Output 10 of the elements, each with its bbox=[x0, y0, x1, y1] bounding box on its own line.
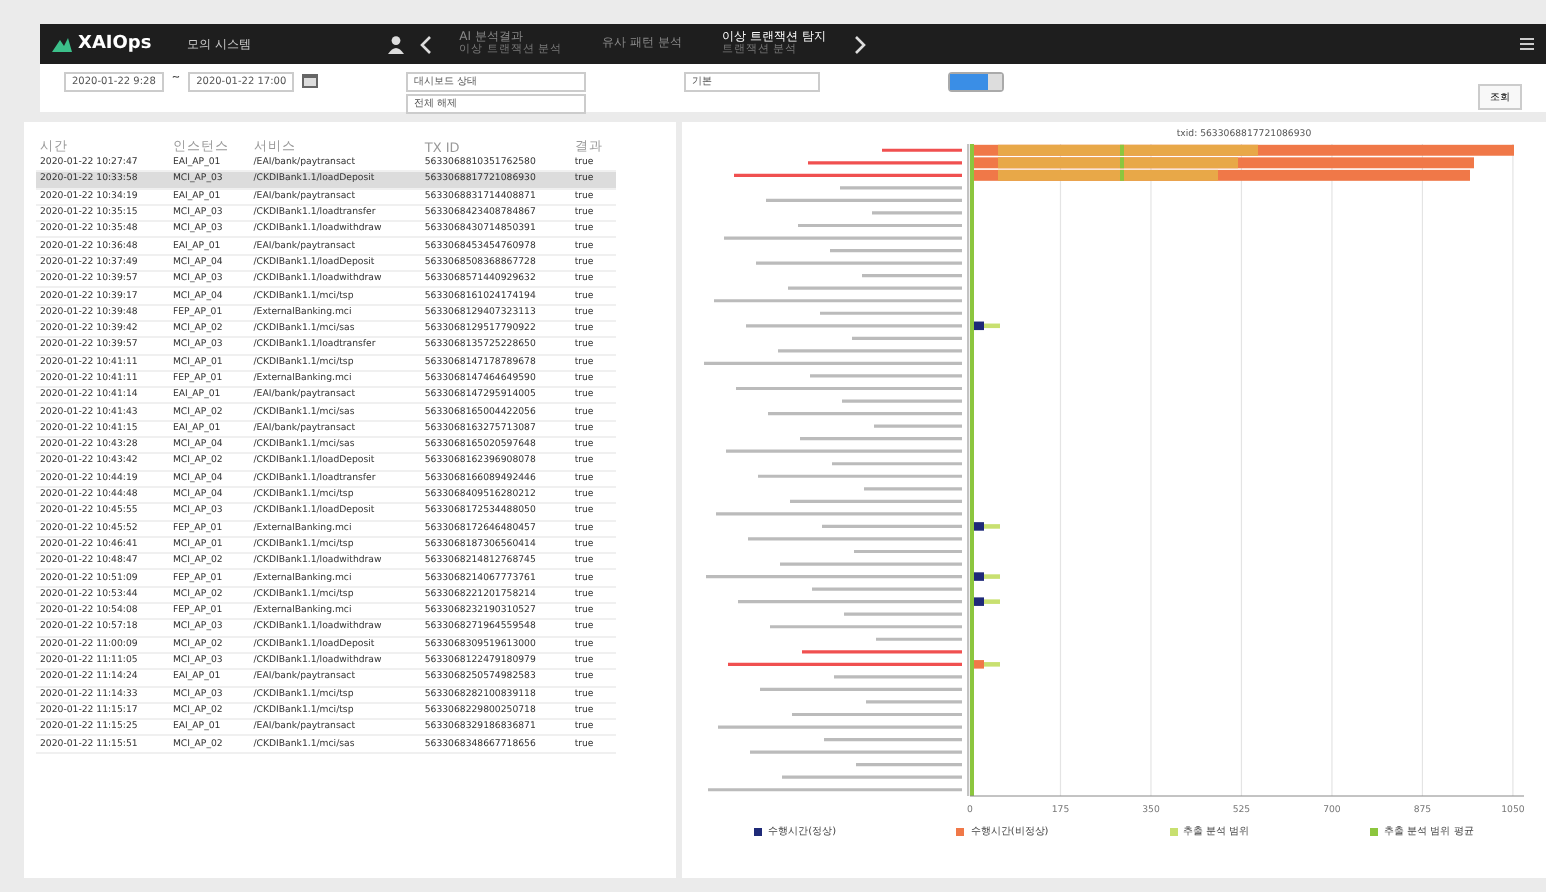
app-logo: XAIOps bbox=[78, 34, 152, 54]
toggle-switch[interactable] bbox=[948, 72, 1005, 92]
bar-drawing bbox=[972, 660, 1000, 669]
logo-icon bbox=[52, 37, 72, 51]
bar-drawing bbox=[972, 572, 1000, 581]
bar-drawing bbox=[972, 597, 1000, 606]
calendar-icon[interactable] bbox=[302, 72, 319, 88]
bar-drawing bbox=[972, 522, 1000, 531]
menu-icon[interactable] bbox=[1520, 38, 1534, 50]
user-icon[interactable] bbox=[387, 35, 404, 53]
